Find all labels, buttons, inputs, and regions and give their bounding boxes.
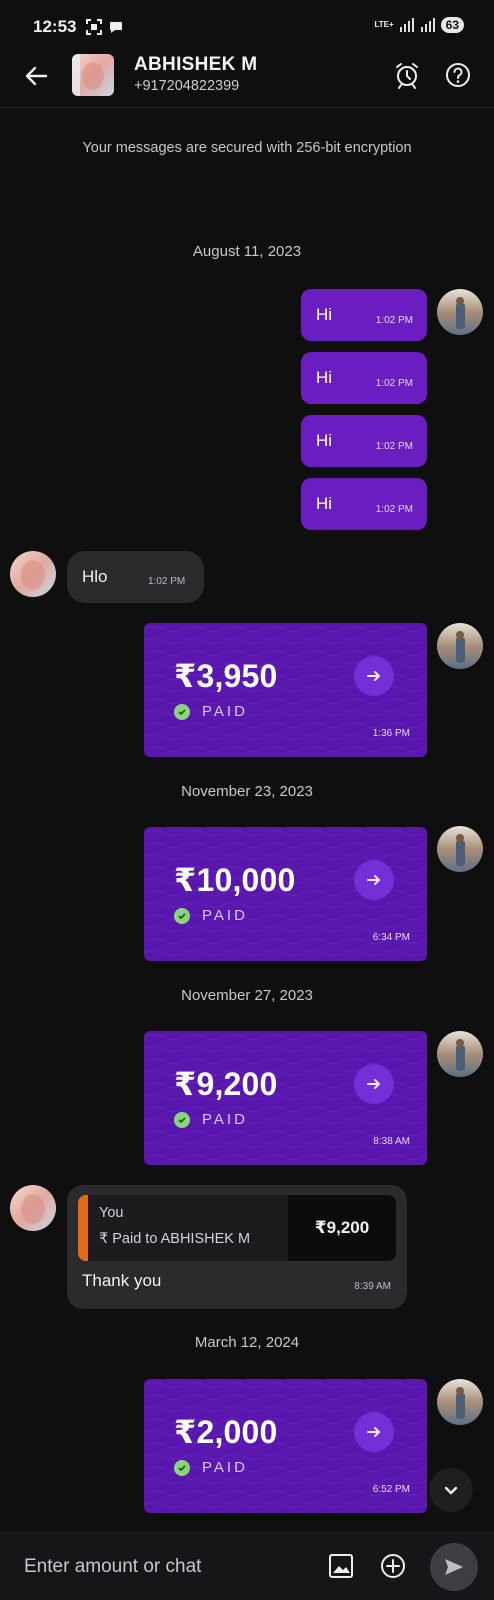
quote-description: ₹ Paid to ABHISHEK M bbox=[99, 1231, 250, 1247]
battery-badge: 63 bbox=[440, 17, 464, 33]
message-text: Hi bbox=[316, 494, 333, 513]
chat-header: ABHISHEK M +917204822399 bbox=[0, 52, 494, 108]
payment-status: PAID bbox=[174, 1459, 248, 1476]
my-avatar[interactable] bbox=[437, 826, 483, 872]
quote-amount: ₹9,200 bbox=[288, 1195, 396, 1261]
sent-message[interactable]: Hi 1:02 PM bbox=[301, 415, 427, 467]
chevron-down-icon bbox=[444, 1486, 458, 1495]
sent-message[interactable]: Hi 1:02 PM bbox=[301, 478, 427, 530]
image-icon[interactable] bbox=[328, 1553, 354, 1579]
payment-time: 8:38 AM bbox=[373, 1136, 410, 1147]
my-avatar[interactable] bbox=[437, 289, 483, 335]
date-separator: March 12, 2024 bbox=[194, 1334, 300, 1351]
send-icon bbox=[445, 1559, 463, 1575]
screenshot-icon bbox=[86, 19, 102, 35]
payment-time: 6:34 PM bbox=[372, 932, 410, 943]
check-icon bbox=[174, 703, 190, 720]
payment-status-label: PAID bbox=[202, 907, 248, 924]
rupee-icon: ₹ bbox=[99, 1231, 109, 1247]
date-separator: November 27, 2023 bbox=[181, 987, 313, 1004]
payment-status-label: PAID bbox=[202, 1459, 248, 1476]
message-time: 1:02 PM bbox=[375, 504, 413, 515]
message-text: Hi bbox=[316, 368, 333, 387]
received-reply-message[interactable]: You ₹ Paid to ABHISHEK M ₹9,200 Thank yo… bbox=[67, 1185, 407, 1309]
signal-icon bbox=[399, 18, 414, 32]
payment-status: PAID bbox=[174, 703, 248, 720]
signal-icon-2 bbox=[420, 18, 435, 32]
scroll-down-button[interactable] bbox=[429, 1468, 473, 1512]
date-separator: August 11, 2023 bbox=[192, 243, 302, 260]
message-time: 1:02 PM bbox=[375, 315, 413, 326]
message-time: 1:02 PM bbox=[375, 441, 413, 452]
chat-notification-icon bbox=[110, 22, 122, 33]
quote-sender: You bbox=[99, 1205, 124, 1221]
my-avatar[interactable] bbox=[437, 623, 483, 669]
my-avatar[interactable] bbox=[437, 1031, 483, 1077]
message-composer bbox=[0, 1532, 494, 1600]
arrow-right-icon[interactable] bbox=[354, 1064, 394, 1104]
payment-amount: ₹9,200 bbox=[174, 1066, 278, 1102]
message-text: Hlo bbox=[82, 567, 108, 586]
quoted-payment[interactable]: You ₹ Paid to ABHISHEK M ₹9,200 bbox=[78, 1195, 396, 1261]
message-text: Hi bbox=[316, 305, 333, 324]
alarm-clock-icon[interactable] bbox=[392, 60, 422, 90]
contact-phone: +917204822399 bbox=[134, 78, 240, 94]
payment-status-label: PAID bbox=[202, 1111, 248, 1128]
payment-card[interactable]: ₹9,200 PAID 8:38 AM bbox=[144, 1031, 427, 1165]
payment-amount: ₹2,000 bbox=[174, 1414, 278, 1450]
question-circle-icon[interactable] bbox=[443, 60, 473, 90]
message-time: 1:02 PM bbox=[375, 378, 413, 389]
payment-time: 6:52 PM bbox=[372, 1484, 410, 1495]
payment-card[interactable]: ₹3,950 PAID 1:36 PM bbox=[144, 623, 427, 757]
payment-status: PAID bbox=[174, 907, 248, 924]
payment-amount: ₹10,000 bbox=[174, 862, 296, 898]
check-icon bbox=[174, 1111, 190, 1128]
quote-text: Paid to ABHISHEK M bbox=[112, 1231, 251, 1247]
network-label: LTE+ bbox=[374, 20, 394, 29]
contact-name[interactable]: ABHISHEK M bbox=[134, 54, 257, 76]
encryption-note: Your messages are secured with 256-bit e… bbox=[82, 140, 412, 156]
contact-avatar[interactable] bbox=[72, 54, 114, 96]
quote-accent-bar bbox=[78, 1195, 88, 1261]
arrow-right-icon[interactable] bbox=[354, 1412, 394, 1452]
payment-time: 1:36 PM bbox=[372, 728, 410, 739]
message-time: 8:39 AM bbox=[354, 1281, 391, 1292]
message-text: Thank you bbox=[82, 1271, 162, 1290]
received-message[interactable]: Hlo 1:02 PM bbox=[67, 551, 204, 603]
status-bar: 12:53 LTE+ 63 bbox=[0, 0, 494, 52]
payment-status: PAID bbox=[174, 1111, 248, 1128]
payment-amount: ₹3,950 bbox=[174, 658, 278, 694]
message-text: Hi bbox=[316, 431, 333, 450]
payment-status-label: PAID bbox=[202, 703, 248, 720]
status-right: LTE+ 63 bbox=[374, 17, 464, 33]
arrow-right-icon[interactable] bbox=[354, 860, 394, 900]
plus-circle-icon[interactable] bbox=[379, 1552, 407, 1580]
sent-message[interactable]: Hi 1:02 PM bbox=[301, 289, 427, 341]
contact-message-avatar[interactable] bbox=[10, 551, 56, 597]
chat-input[interactable] bbox=[14, 1547, 314, 1587]
contact-message-avatar[interactable] bbox=[10, 1185, 56, 1231]
send-button[interactable] bbox=[430, 1543, 478, 1591]
check-icon bbox=[174, 907, 190, 924]
payment-card[interactable]: ₹10,000 PAID 6:34 PM bbox=[144, 827, 427, 961]
notification-icons bbox=[86, 19, 124, 35]
arrow-left-icon[interactable] bbox=[22, 62, 50, 90]
arrow-right-icon[interactable] bbox=[354, 656, 394, 696]
status-time: 12:53 bbox=[33, 17, 77, 36]
check-icon bbox=[174, 1459, 190, 1476]
date-separator: November 23, 2023 bbox=[181, 783, 313, 800]
message-time: 1:02 PM bbox=[148, 576, 186, 587]
payment-card[interactable]: ₹2,000 PAID 6:52 PM bbox=[144, 1379, 427, 1513]
my-avatar[interactable] bbox=[437, 1379, 483, 1425]
sent-message[interactable]: Hi 1:02 PM bbox=[301, 352, 427, 404]
